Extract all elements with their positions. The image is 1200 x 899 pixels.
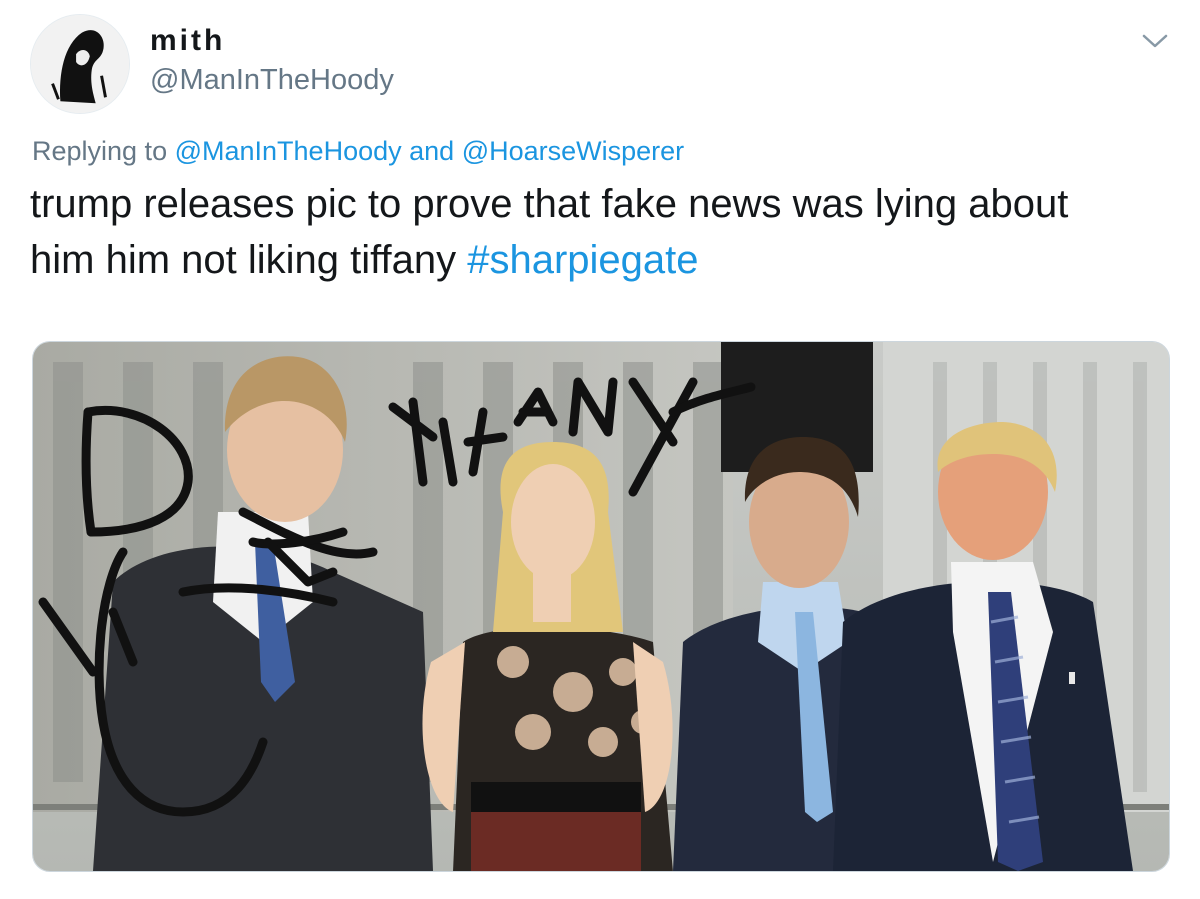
replying-to-line: Replying to @ManInTheHoody and @HoarseWi… <box>32 136 684 167</box>
mention-hoarsewisperer[interactable]: @HoarseWisperer <box>462 136 684 166</box>
chevron-down-icon <box>1142 34 1168 48</box>
mention-connector[interactable]: and <box>402 136 462 166</box>
user-handle[interactable]: @ManInTheHoody <box>150 64 394 97</box>
user-avatar[interactable] <box>30 14 130 114</box>
hooded-figure-icon <box>31 15 129 113</box>
replying-to-label: Replying to <box>32 136 175 166</box>
photo-image <box>33 342 1169 871</box>
tweet-card: mith @ManInTheHoody Replying to @ManInTh… <box>0 0 1200 899</box>
tweet-text: trump releases pic to prove that fake ne… <box>30 176 1140 288</box>
display-name[interactable]: mith <box>150 24 225 58</box>
hashtag-link[interactable]: #sharpiegate <box>467 238 698 282</box>
tweet-menu-button[interactable] <box>1138 26 1172 56</box>
mention-maninthehoody[interactable]: @ManInTheHoody <box>175 136 402 166</box>
tweet-media-photo[interactable] <box>32 341 1170 872</box>
